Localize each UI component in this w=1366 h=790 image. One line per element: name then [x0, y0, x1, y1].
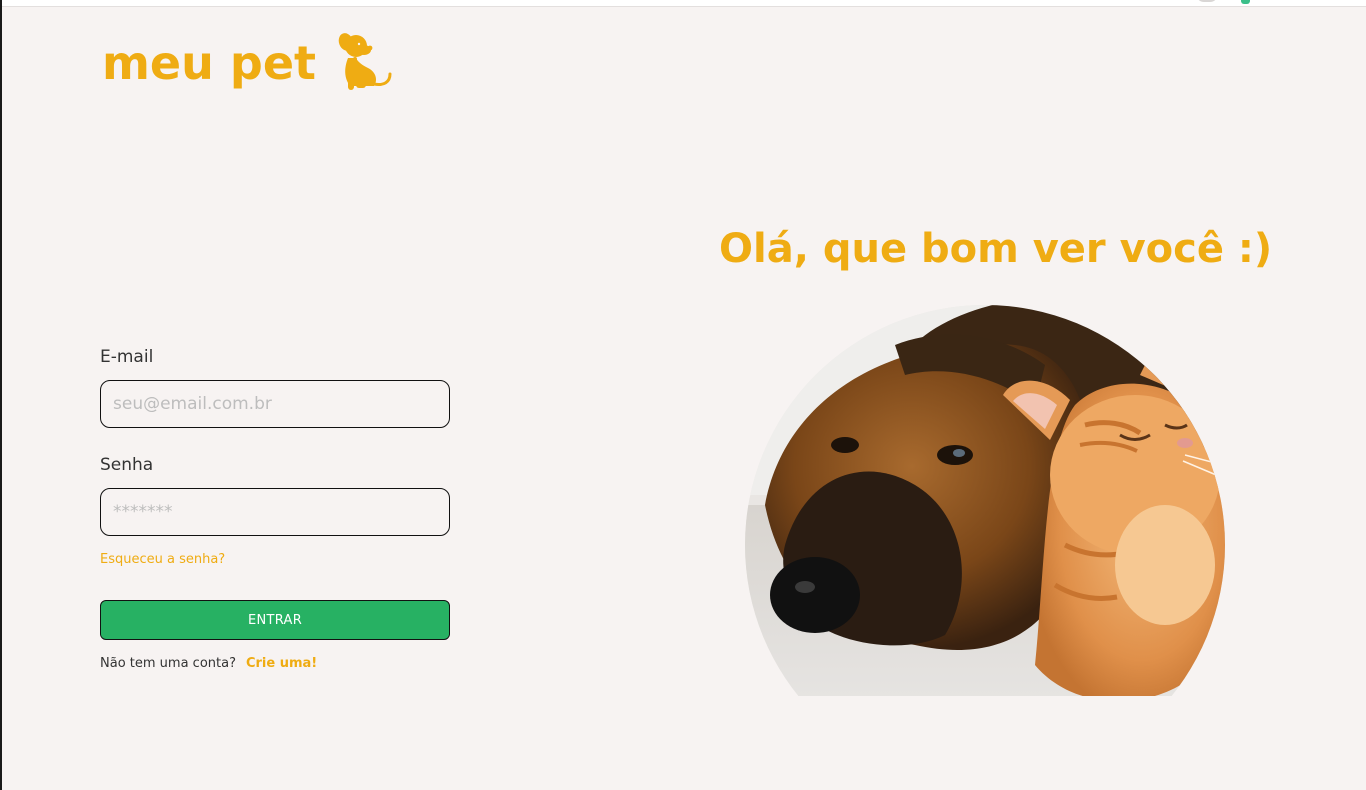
dog-icon — [338, 33, 392, 90]
password-field-group: Senha — [100, 453, 450, 536]
signup-row: Não tem uma conta? Crie uma! — [100, 655, 450, 673]
login-form: E-mail Senha Esqueceu a senha? ENTRAR Nã… — [100, 345, 450, 673]
browser-top-edge — [0, 0, 1366, 7]
forgot-password-link[interactable]: Esqueceu a senha? — [100, 552, 225, 568]
brand-logo[interactable]: meu pet — [102, 32, 394, 94]
email-label: E-mail — [100, 347, 154, 367]
login-page: meu pet Olá, que bom ver você :) E-mail … — [0, 0, 1366, 790]
pets-illustration — [745, 305, 1225, 696]
email-input[interactable] — [100, 380, 450, 428]
signup-prompt: Não tem uma conta? — [100, 656, 236, 671]
window-edge — [0, 0, 2, 790]
password-label: Senha — [100, 455, 154, 475]
welcome-heading: Olá, que bom ver você :) — [719, 226, 1273, 272]
password-input[interactable] — [100, 488, 450, 536]
browser-control — [1196, 0, 1218, 2]
signup-link[interactable]: Crie uma! — [246, 656, 317, 671]
browser-extension-icon — [1241, 0, 1250, 4]
email-field-group: E-mail — [100, 345, 450, 428]
login-button[interactable]: ENTRAR — [100, 600, 450, 640]
dog-and-cat-photo — [745, 305, 1225, 696]
brand-name: meu pet — [102, 36, 317, 90]
